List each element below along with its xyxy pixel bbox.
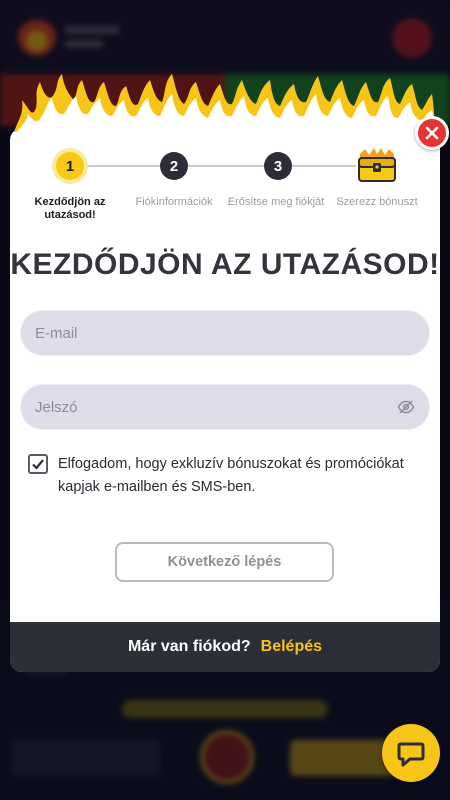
step-1-label: Kezdődjön az utazásod! [34, 196, 106, 221]
checkmark-icon [32, 459, 44, 470]
treasure-chest-icon [358, 148, 396, 182]
stepper-connector [188, 165, 270, 167]
registration-modal: 1 2 3 Kezdődjön az utazásod! Fiókinformá… [10, 128, 440, 672]
login-prompt-text: Már van fiókod? [127, 638, 251, 655]
close-button[interactable] [415, 116, 449, 150]
live-chat-button[interactable] [382, 724, 440, 782]
login-link[interactable]: Belépés [261, 638, 322, 656]
password-input[interactable] [35, 398, 430, 416]
eye-off-icon[interactable] [397, 398, 415, 416]
password-field[interactable] [20, 384, 430, 430]
stepper-connector [80, 165, 166, 167]
step-2-label: Fiókinformációk [135, 196, 213, 208]
step-3-label: Erősítse meg fiókját [227, 196, 325, 208]
consent-checkbox[interactable] [28, 454, 48, 474]
step-1-indicator: 1 [56, 152, 84, 180]
consent-label[interactable]: Elfogadom, hogy exkluzív bónuszokat és p… [58, 453, 428, 499]
next-step-button[interactable]: Következő lépés [115, 542, 334, 582]
login-prompt-bar: Már van fiókod? Belépés [10, 622, 440, 672]
email-field[interactable] [20, 310, 430, 356]
stepper-connector [292, 165, 356, 167]
chat-bubble-icon [397, 742, 425, 767]
flame-decoration [14, 74, 436, 140]
step-3-indicator: 3 [264, 152, 292, 180]
step-2-indicator: 2 [160, 152, 188, 180]
step-4-label: Szerezz bónuszt [336, 196, 418, 208]
email-input[interactable] [35, 324, 430, 342]
page-title: KEZDŐDJÖN AZ UTAZÁSOD! [10, 248, 440, 281]
close-icon [425, 126, 439, 140]
